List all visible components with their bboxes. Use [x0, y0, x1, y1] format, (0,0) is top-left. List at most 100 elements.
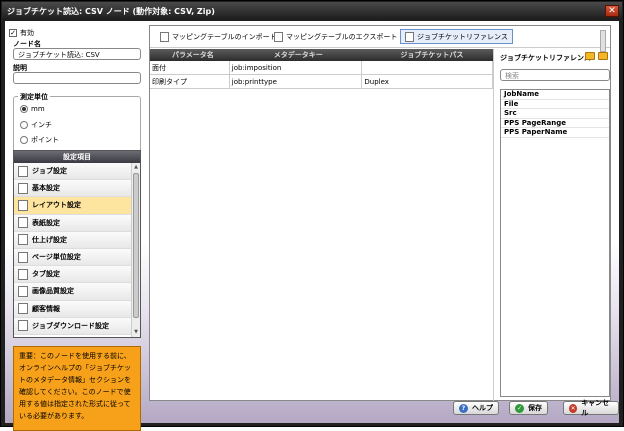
settings-item-label: タブ設定	[32, 270, 60, 279]
settings-item-label: 仕上げ設定	[32, 235, 67, 244]
reference-search-input[interactable]: 検索	[500, 69, 610, 81]
import-mapping-button[interactable]: マッピングテーブルのインポート	[156, 29, 281, 44]
table-header: パラメータ名 メタデータキー ジョブチケットパス	[150, 49, 493, 61]
settings-item-label: ジョブ設定	[32, 167, 67, 176]
unit-legend: 測定単位	[18, 92, 50, 102]
table-cell[interactable]: 印刷タイプ	[150, 75, 230, 88]
table-cell[interactable]: 面付	[150, 61, 230, 74]
settings-item-customer[interactable]: 顧客情報	[14, 300, 132, 318]
scroll-down-icon[interactable]: ▼	[132, 328, 140, 337]
help-label: ヘルプ	[472, 404, 493, 412]
settings-item-page[interactable]: ページ単位設定	[14, 248, 132, 267]
unit-label: mm	[31, 105, 45, 113]
settings-item-label: レイアウト設定	[32, 201, 81, 210]
title-bar: ジョブチケット読込: CSV ノード (動作対象: CSV, Zip) ✕	[2, 2, 622, 20]
unit-radio-point[interactable]: ポイント	[20, 135, 59, 145]
unit-radio-mm[interactable]: mm	[20, 105, 45, 113]
save-button[interactable]: ✓ 保存	[509, 401, 548, 415]
settings-item-layout[interactable]: レイアウト設定	[14, 197, 132, 215]
unit-label: ポイント	[31, 136, 59, 144]
job-ticket-reference-button[interactable]: ジョブチケットリファレンス	[400, 29, 513, 44]
export-mapping-button[interactable]: マッピングテーブルのエクスポート	[270, 29, 401, 44]
settings-item-finishing[interactable]: 仕上げ設定	[14, 231, 132, 249]
save-label: 保存	[528, 404, 542, 412]
unit-radio-inch[interactable]: インチ	[20, 120, 52, 130]
list-item[interactable]: File	[501, 100, 609, 109]
reference-panel: ジョブチケットリファレンス 検索 JobName File Src PPS Pa…	[498, 49, 610, 399]
settings-item-image-quality[interactable]: 画像品質設定	[14, 283, 132, 301]
document-icon	[18, 165, 28, 177]
node-name-field[interactable]: ジョブチケット読込: CSV	[13, 48, 141, 60]
dialog-window: ジョブチケット読込: CSV ノード (動作対象: CSV, Zip) ✕ ✓ …	[0, 0, 624, 431]
mapping-toolbar: マッピングテーブルのインポート マッピングテーブルのエクスポート ジョブチケット…	[150, 26, 610, 52]
settings-item-label: 基本設定	[32, 184, 60, 193]
dialog-body: ✓ 有効 ノード名 ジョブチケット読込: CSV 説明 測定単位 mm インチ …	[5, 21, 619, 431]
finishing-icon	[18, 234, 28, 246]
table-row[interactable]: 印刷タイプ job:printtype Duplex	[150, 75, 493, 89]
import-label: マッピングテーブルのインポート	[172, 32, 277, 41]
settings-item-label: 画像品質設定	[32, 287, 74, 296]
description-field[interactable]	[13, 72, 141, 84]
cancel-icon: ✕	[569, 403, 578, 413]
column-header[interactable]: パラメータ名	[150, 49, 230, 61]
settings-item-label: 顧客情報	[32, 304, 60, 313]
reference-list: JobName File Src PPS PageRange PPS Paper…	[500, 89, 610, 397]
radio-icon	[20, 121, 28, 129]
scroll-up-icon[interactable]: ▲	[132, 163, 140, 172]
notice-box: 重要：このノードを使用する前に、オンラインヘルプの「ジョブチケットのメタデータ情…	[13, 346, 141, 431]
settings-item-basic[interactable]: 基本設定	[14, 180, 132, 198]
folder-open-icon[interactable]	[598, 52, 608, 60]
list-item[interactable]: PPS PaperName	[501, 128, 609, 138]
table-cell[interactable]: job:printtype	[230, 75, 363, 88]
column-header[interactable]: メタデータキー	[230, 49, 363, 61]
radio-icon	[20, 136, 28, 144]
list-item[interactable]: JobName	[501, 90, 609, 100]
export-label: マッピングテーブルのエクスポート	[286, 32, 398, 41]
settings-item-label: ジョブダウンロード設定	[32, 321, 109, 330]
cancel-button[interactable]: ✕ キャンセル	[563, 399, 619, 417]
help-button[interactable]: ? ヘルプ	[453, 401, 499, 415]
enabled-label: 有効	[20, 29, 34, 37]
settings-item-cover[interactable]: 表紙設定	[14, 214, 132, 232]
settings-item-download[interactable]: ジョブダウンロード設定	[14, 317, 132, 335]
table-cell[interactable]	[362, 61, 493, 74]
close-button[interactable]: ✕	[605, 5, 619, 17]
table-cell[interactable]: Duplex	[362, 75, 493, 88]
reference-label: ジョブチケットリファレンス	[417, 32, 508, 41]
mapping-panel: マッピングテーブルのインポート マッピングテーブルのエクスポート ジョブチケット…	[149, 25, 611, 402]
list-item[interactable]: PPS PageRange	[501, 119, 609, 128]
radio-selected-icon	[20, 105, 28, 113]
settings-list: ジョブ設定 基本設定 レイアウト設定 表紙設定 仕上げ設定 ページ単位設定 タブ…	[14, 163, 132, 337]
reference-title: ジョブチケットリファレンス	[500, 54, 591, 62]
mapping-table: パラメータ名 メタデータキー ジョブチケットパス 面付 job:impositi…	[150, 49, 494, 402]
settings-item-job[interactable]: ジョブ設定	[14, 163, 132, 181]
reference-icon	[405, 31, 414, 42]
tab-icon	[18, 268, 28, 280]
check-icon: ✓	[9, 29, 17, 37]
settings-scrollbar[interactable]: ▲ ▼	[131, 163, 140, 337]
unit-label: インチ	[31, 121, 52, 129]
enabled-checkbox[interactable]: ✓ 有効	[9, 28, 34, 38]
settings-panel: 設定項目 ジョブ設定 基本設定 レイアウト設定 表紙設定 仕上げ設定 ページ単位…	[13, 150, 141, 338]
download-icon	[18, 320, 28, 332]
page-icon	[18, 251, 28, 263]
table-row[interactable]: 面付 job:imposition	[150, 61, 493, 75]
checkmark-icon: ✓	[515, 403, 524, 413]
layout-icon	[18, 199, 28, 211]
help-icon: ?	[459, 403, 468, 413]
window-title: ジョブチケット読込: CSV ノード (動作対象: CSV, Zip)	[7, 7, 215, 16]
cover-icon	[18, 217, 28, 229]
table-cell[interactable]: job:imposition	[230, 61, 363, 74]
settings-item-tab[interactable]: タブ設定	[14, 266, 132, 284]
settings-icon	[18, 182, 28, 194]
folder-icon[interactable]	[585, 52, 595, 60]
customer-icon	[18, 303, 28, 315]
reference-actions	[585, 52, 608, 60]
export-icon	[274, 31, 283, 42]
list-item[interactable]: Src	[501, 109, 609, 119]
settings-item-label: ページ単位設定	[32, 253, 81, 262]
scroll-thumb[interactable]	[133, 173, 139, 318]
column-header[interactable]: ジョブチケットパス	[362, 49, 493, 61]
import-icon	[160, 31, 169, 42]
image-icon	[18, 285, 28, 297]
